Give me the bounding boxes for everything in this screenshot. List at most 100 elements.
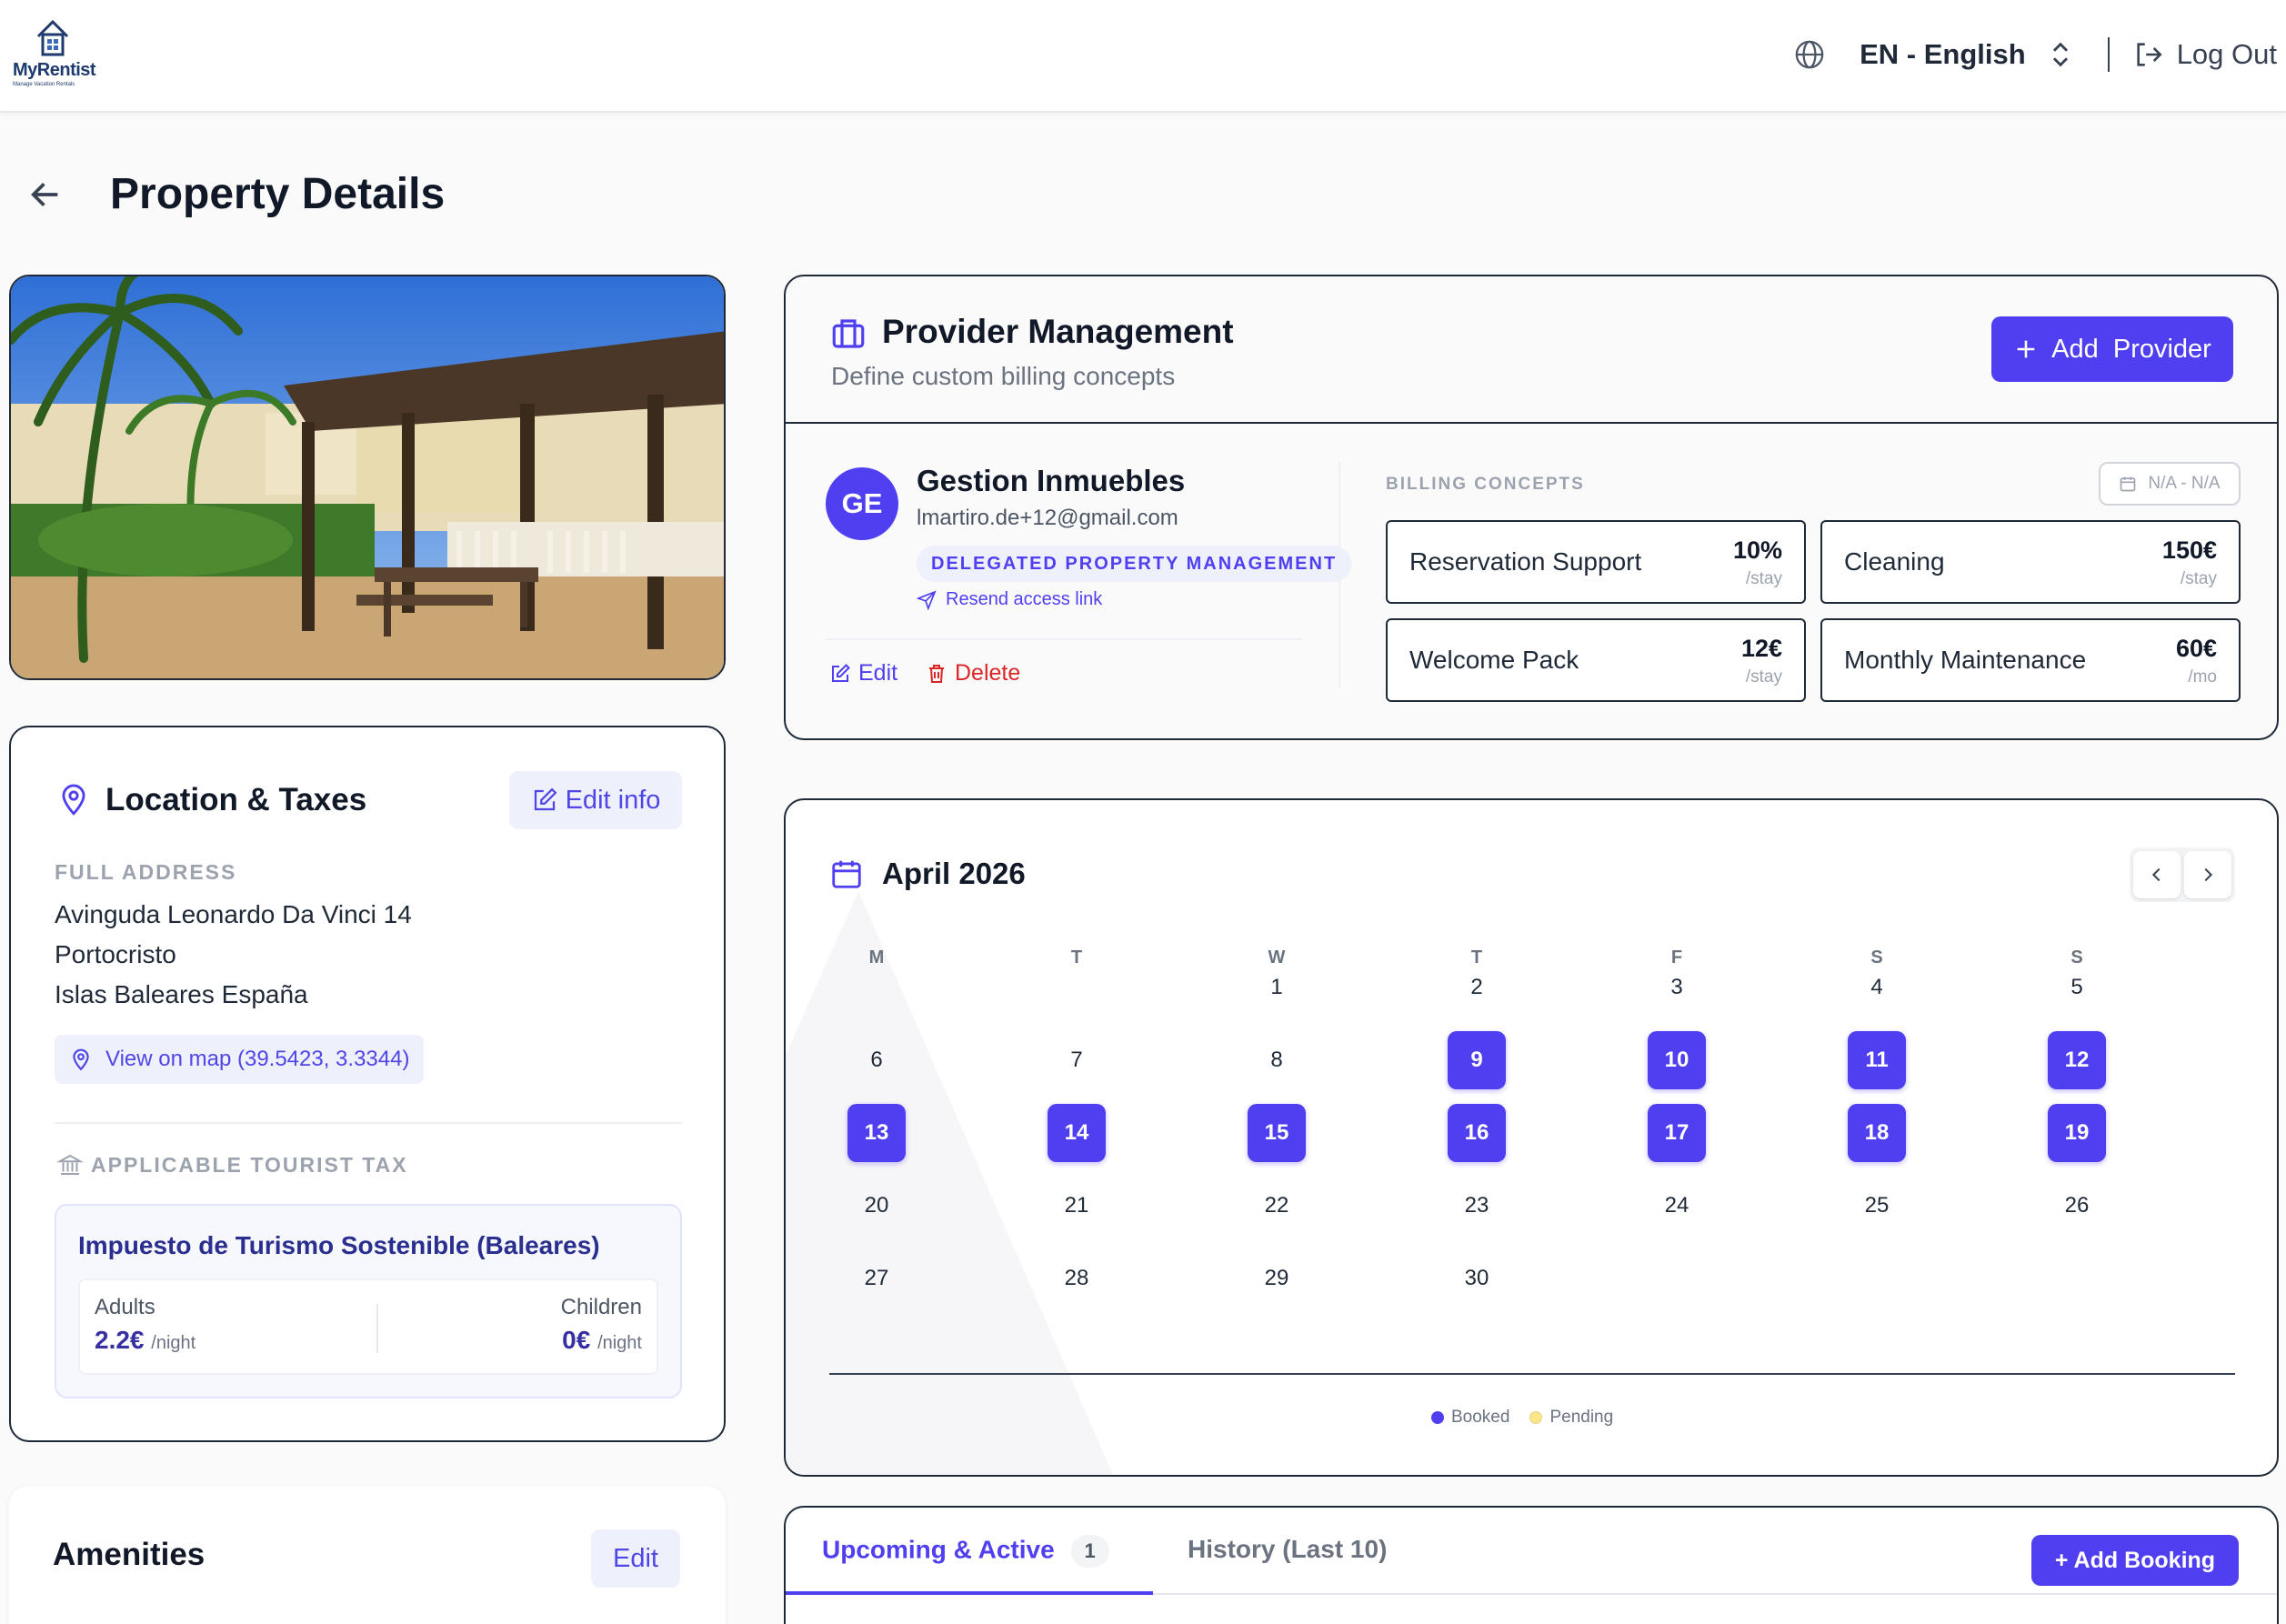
calendar-day[interactable]: 4 [1848, 958, 1906, 1017]
concept-value: 12€ [1740, 635, 1782, 662]
calendar-day[interactable]: 25 [1848, 1177, 1906, 1235]
divider [2107, 37, 2110, 72]
language-select[interactable]: EN - English [1860, 38, 2026, 71]
next-month-button[interactable] [2184, 851, 2231, 898]
divider [826, 638, 1302, 640]
calendar-day[interactable]: 1 [1248, 958, 1306, 1017]
calendar-icon [832, 860, 861, 888]
map-pin-icon [73, 1048, 89, 1071]
calendar-legend: Booked Pending [1431, 1408, 1613, 1428]
status-badge: DELEGATED PROPERTY MANAGEMENT [917, 546, 1352, 582]
add-provider-label: Add Provider [2051, 334, 2211, 364]
calendar-day[interactable]: 20 [847, 1177, 906, 1235]
adults-label: Adults [95, 1295, 155, 1319]
count-badge: 1 [1070, 1535, 1109, 1568]
legend-pending: Pending [1549, 1408, 1614, 1427]
concept-unit: /stay [1745, 569, 1782, 588]
calendar-day[interactable]: 24 [1648, 1177, 1706, 1235]
billing-concept[interactable]: Reservation Support 10% /stay [1386, 520, 1806, 604]
tourist-tax-box: Impuesto de Turismo Sostenible (Baleares… [55, 1204, 682, 1398]
provider-management-card: Provider Management Define custom billin… [784, 275, 2279, 740]
calendar-day[interactable]: 5 [2048, 958, 2106, 1017]
weekday-header: T [1070, 947, 1083, 967]
location-taxes-card: Location & Taxes Edit info FULL ADDRESS … [9, 726, 726, 1442]
briefcase-icon [832, 319, 865, 348]
tax-rates: Adults 2.2€ /night Children 0€ /night [78, 1278, 658, 1375]
calendar-day[interactable]: 30 [1448, 1249, 1506, 1308]
tab-upcoming-active[interactable]: Upcoming & Active 1 [822, 1535, 1109, 1568]
calendar-day-booked[interactable]: 14 [1048, 1104, 1106, 1162]
prev-month-button[interactable] [2133, 851, 2181, 898]
app-logo[interactable]: MyRentist Manage Vacation Rentals [13, 18, 104, 91]
calendar-day[interactable]: 28 [1048, 1249, 1106, 1308]
calendar-day[interactable]: 26 [2048, 1177, 2106, 1235]
calendar-day-booked[interactable]: 13 [847, 1104, 906, 1162]
divider [829, 1373, 2235, 1375]
calendar-day-booked[interactable]: 16 [1448, 1104, 1506, 1162]
calendar-day-booked[interactable]: 11 [1848, 1031, 1906, 1089]
chevron-left-icon [2151, 867, 2161, 882]
calendar-day-booked[interactable]: 12 [2048, 1031, 2106, 1089]
calendar-day[interactable]: 22 [1248, 1177, 1306, 1235]
calendar-day[interactable]: 6 [847, 1031, 906, 1089]
booked-dot [1431, 1411, 1444, 1424]
legend-booked: Booked [1451, 1408, 1510, 1427]
resend-access-link[interactable]: Resend access link [917, 589, 1102, 610]
provider-delete-label: Delete [955, 660, 1021, 686]
calendar-day-booked[interactable]: 10 [1648, 1031, 1706, 1089]
address-label: FULL ADDRESS [55, 860, 237, 884]
calendar-day[interactable]: 27 [847, 1249, 906, 1308]
calendar-icon [2121, 476, 2136, 492]
edit-icon [832, 663, 850, 682]
location-title: Location & Taxes [105, 782, 367, 817]
tab-upcoming-label: Upcoming & Active [822, 1535, 1055, 1564]
view-on-map-link[interactable]: View on map (39.5423, 3.3344) [55, 1035, 424, 1084]
calendar-day-booked[interactable]: 17 [1648, 1104, 1706, 1162]
back-arrow-icon[interactable] [27, 176, 64, 213]
plus-icon [2017, 340, 2035, 358]
tab-history[interactable]: History (Last 10) [1188, 1535, 1387, 1564]
calendar-day[interactable]: 8 [1248, 1031, 1306, 1089]
amenities-edit-button[interactable]: Edit [591, 1529, 680, 1588]
chevron-right-icon [2204, 867, 2213, 882]
address-line-1: Avinguda Leonardo Da Vinci 14 [55, 900, 412, 928]
brand-name: MyRentist [13, 60, 96, 80]
logout-button[interactable]: Log Out [2177, 38, 2277, 71]
provider-delete-button[interactable]: Delete [926, 660, 1020, 687]
add-provider-button[interactable]: Add Provider [1991, 316, 2233, 382]
calendar-day[interactable]: 3 [1648, 958, 1706, 1017]
billing-concept[interactable]: Welcome Pack 12€ /stay [1386, 618, 1806, 702]
active-tab-indicator [786, 1591, 1153, 1595]
chevron-updown-icon[interactable] [2048, 39, 2073, 70]
map-pin-icon [62, 784, 85, 816]
calendar-day-booked[interactable]: 15 [1248, 1104, 1306, 1162]
calendar-day[interactable]: 29 [1248, 1249, 1306, 1308]
edit-info-button[interactable]: Edit info [509, 771, 682, 829]
edit-info-label: Edit info [565, 785, 661, 815]
concept-name: Welcome Pack [1409, 646, 1579, 674]
date-range-picker[interactable]: N/A - N/A [2099, 462, 2241, 506]
property-image [11, 276, 724, 678]
calendar-card: April 2026 M T W T F S S 1 2 3 4 5 6 7 8 9 10 11 12 13 14 15 1… [784, 798, 2279, 1477]
tourist-tax-label: APPLICABLE TOURIST TAX [91, 1153, 408, 1177]
concept-name: Cleaning [1844, 547, 1945, 576]
add-booking-button[interactable]: + Add Booking [2031, 1535, 2239, 1586]
edit-icon [534, 787, 557, 811]
calendar-day-booked[interactable]: 19 [2048, 1104, 2106, 1162]
calendar-day[interactable]: 7 [1048, 1031, 1106, 1089]
trash-icon [929, 664, 944, 683]
calendar-day-booked[interactable]: 9 [1448, 1031, 1506, 1089]
billing-concept[interactable]: Cleaning 150€ /stay [1820, 520, 2241, 604]
tax-name: Impuesto de Turismo Sostenible (Baleares… [78, 1231, 600, 1259]
calendar-day[interactable]: 21 [1048, 1177, 1106, 1235]
property-photo [9, 275, 726, 680]
date-range-label: N/A - N/A [2148, 474, 2221, 493]
provider-name: Gestion Inmuebles [917, 464, 1186, 497]
calendar-day[interactable]: 23 [1448, 1177, 1506, 1235]
calendar-day[interactable]: 2 [1448, 958, 1506, 1017]
logout-icon[interactable] [2133, 39, 2164, 70]
children-label: Children [560, 1295, 642, 1319]
provider-edit-button[interactable]: Edit [829, 660, 897, 687]
calendar-day-booked[interactable]: 18 [1848, 1104, 1906, 1162]
billing-concept[interactable]: Monthly Maintenance 60€ /mo [1820, 618, 2241, 702]
